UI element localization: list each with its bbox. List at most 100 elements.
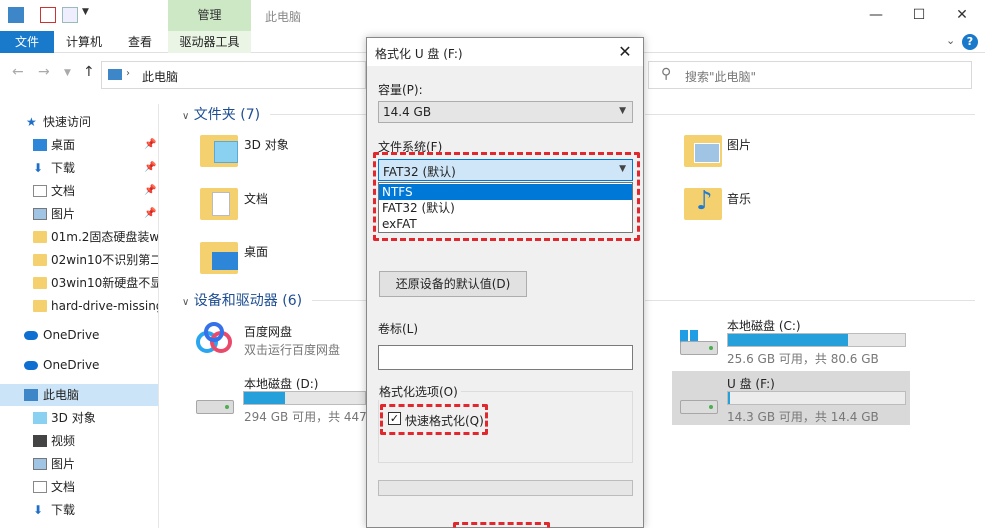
- format-dialog: 格式化 U 盘 (F:) ✕ 容量(P): 14.4 GB ▼ 文件系统(F) …: [366, 37, 644, 528]
- pin-icon: 📌: [144, 185, 157, 196]
- sidebar-item-this-pc[interactable]: 此电脑: [0, 384, 158, 406]
- document-icon: [33, 185, 47, 197]
- tab-drive-tools[interactable]: 驱动器工具: [168, 31, 251, 53]
- document-icon: [212, 192, 230, 216]
- folder-icon: [684, 135, 722, 167]
- folder-icon: [33, 231, 47, 243]
- pin-icon: 📌: [144, 162, 157, 173]
- search-box[interactable]: ⚲ 搜索"此电脑": [648, 61, 972, 89]
- computer-icon: [24, 389, 38, 401]
- folder-icon: [200, 242, 238, 274]
- sidebar-item-folder-02[interactable]: 02win10不识别第二: [0, 249, 158, 271]
- sidebar-item-3d-objects[interactable]: 3D 对象: [0, 407, 158, 429]
- computer-icon[interactable]: [8, 7, 24, 23]
- sidebar-item-downloads[interactable]: ⬇ 下载 📌: [0, 157, 158, 179]
- volume-label-caption: 卷标(L): [378, 322, 419, 336]
- computer-icon: [108, 69, 122, 80]
- download-icon: ⬇: [33, 503, 44, 517]
- search-placeholder: 搜索"此电脑": [685, 70, 757, 84]
- folders-group-header[interactable]: ∨ 文件夹 (7): [182, 104, 260, 124]
- sidebar-item-onedrive-2[interactable]: OneDrive: [0, 354, 158, 376]
- drive-f-usage-fill: [728, 392, 730, 404]
- properties-icon[interactable]: [40, 7, 56, 23]
- sidebar-item-desktop[interactable]: 桌面 📌: [0, 134, 158, 156]
- folder-icon: [33, 300, 47, 312]
- usb-drive-icon: [680, 400, 718, 414]
- chevron-down-icon: ∨: [182, 297, 190, 308]
- back-arrow-icon[interactable]: ←: [12, 64, 24, 80]
- forward-arrow-icon[interactable]: →: [38, 64, 50, 80]
- desktop-icon: [212, 252, 238, 270]
- group-divider: [270, 114, 366, 115]
- highlight-start-button: [453, 522, 550, 528]
- address-path: 此电脑: [142, 70, 179, 84]
- video-icon: [33, 435, 47, 447]
- sidebar-item-quick-access[interactable]: ★ 快速访问: [0, 111, 158, 133]
- folder-icon: ♪: [684, 186, 722, 220]
- sidebar-item-folder-01[interactable]: 01m.2固态硬盘装win: [0, 226, 158, 248]
- tab-file[interactable]: 文件: [0, 31, 54, 53]
- ribbon-expand-button[interactable]: ⌄: [946, 34, 955, 47]
- chevron-down-icon: ∨: [182, 111, 190, 122]
- pictures-icon: [33, 208, 47, 220]
- dialog-title: 格式化 U 盘 (F:): [375, 47, 463, 61]
- minimize-button[interactable]: —: [853, 4, 899, 26]
- up-arrow-icon[interactable]: ↑: [83, 64, 95, 80]
- drive-icon: [196, 400, 234, 414]
- sidebar-item-documents-pc[interactable]: 文档: [0, 476, 158, 498]
- highlight-quick-format: [380, 404, 488, 435]
- drive-c-usage-bar: [727, 333, 906, 347]
- cube-icon: [214, 141, 238, 163]
- format-progress-bar: [378, 480, 633, 496]
- sidebar-item-pictures-pc[interactable]: 图片: [0, 453, 158, 475]
- restore-defaults-button[interactable]: 还原设备的默认值(D): [379, 271, 527, 297]
- folder-icon: [33, 277, 47, 289]
- sidebar-item-videos[interactable]: 视频: [0, 430, 158, 452]
- tab-view[interactable]: 查看: [118, 31, 162, 53]
- help-icon[interactable]: ?: [962, 34, 978, 50]
- search-icon: ⚲: [661, 66, 672, 82]
- chevron-right-icon: ›: [126, 68, 130, 79]
- sidebar-item-pictures[interactable]: 图片 📌: [0, 203, 158, 225]
- capacity-label: 容量(P):: [378, 83, 423, 97]
- capacity-select[interactable]: 14.4 GB ▼: [378, 101, 633, 123]
- cube-icon: [33, 412, 47, 424]
- star-icon: ★: [26, 115, 37, 129]
- volume-label-input[interactable]: [378, 345, 633, 370]
- sidebar-item-documents[interactable]: 文档 📌: [0, 180, 158, 202]
- pin-icon: 📌: [144, 208, 157, 219]
- cloud-icon: [24, 331, 38, 340]
- address-bar[interactable]: › 此电脑: [101, 61, 366, 89]
- baidu-netdisk-icon: [196, 322, 232, 353]
- sidebar-item-onedrive[interactable]: OneDrive: [0, 324, 158, 346]
- drive-icon: [680, 341, 718, 355]
- cloud-icon: [24, 361, 38, 370]
- group-divider: [645, 300, 975, 301]
- tab-computer[interactable]: 计算机: [58, 31, 110, 53]
- highlight-filesystem: [373, 152, 640, 241]
- new-folder-icon[interactable]: [62, 7, 78, 23]
- download-icon: ⬇: [33, 161, 44, 175]
- maximize-button[interactable]: ☐: [896, 4, 942, 26]
- folder-icon: [200, 135, 238, 167]
- folder-icon: [33, 254, 47, 266]
- dialog-title-bar: 格式化 U 盘 (F:) ✕: [367, 38, 643, 66]
- drive-c-usage-fill: [728, 334, 849, 346]
- recent-chevron-icon[interactable]: ▼: [64, 68, 71, 78]
- close-button[interactable]: ✕: [939, 4, 985, 26]
- drive-f-usage-bar: [727, 391, 906, 405]
- window-title: 此电脑: [265, 10, 302, 24]
- chevron-down-icon: ▼: [619, 106, 626, 116]
- sidebar-item-folder-03[interactable]: 03win10新硬盘不显: [0, 272, 158, 294]
- group-divider: [312, 300, 366, 301]
- devices-group-header[interactable]: ∨ 设备和驱动器 (6): [182, 290, 302, 310]
- tab-manage[interactable]: 管理: [168, 0, 251, 31]
- chevron-down-icon[interactable]: ▼: [82, 7, 98, 23]
- group-divider: [645, 114, 975, 115]
- sidebar-item-downloads-pc[interactable]: ⬇ 下载: [0, 499, 158, 521]
- pictures-icon: [694, 143, 720, 163]
- dialog-close-button[interactable]: ✕: [613, 40, 637, 64]
- music-note-icon: ♪: [696, 186, 713, 216]
- pane-divider: [158, 104, 159, 528]
- sidebar-item-folder-hard-drive[interactable]: hard-drive-missing: [0, 295, 158, 317]
